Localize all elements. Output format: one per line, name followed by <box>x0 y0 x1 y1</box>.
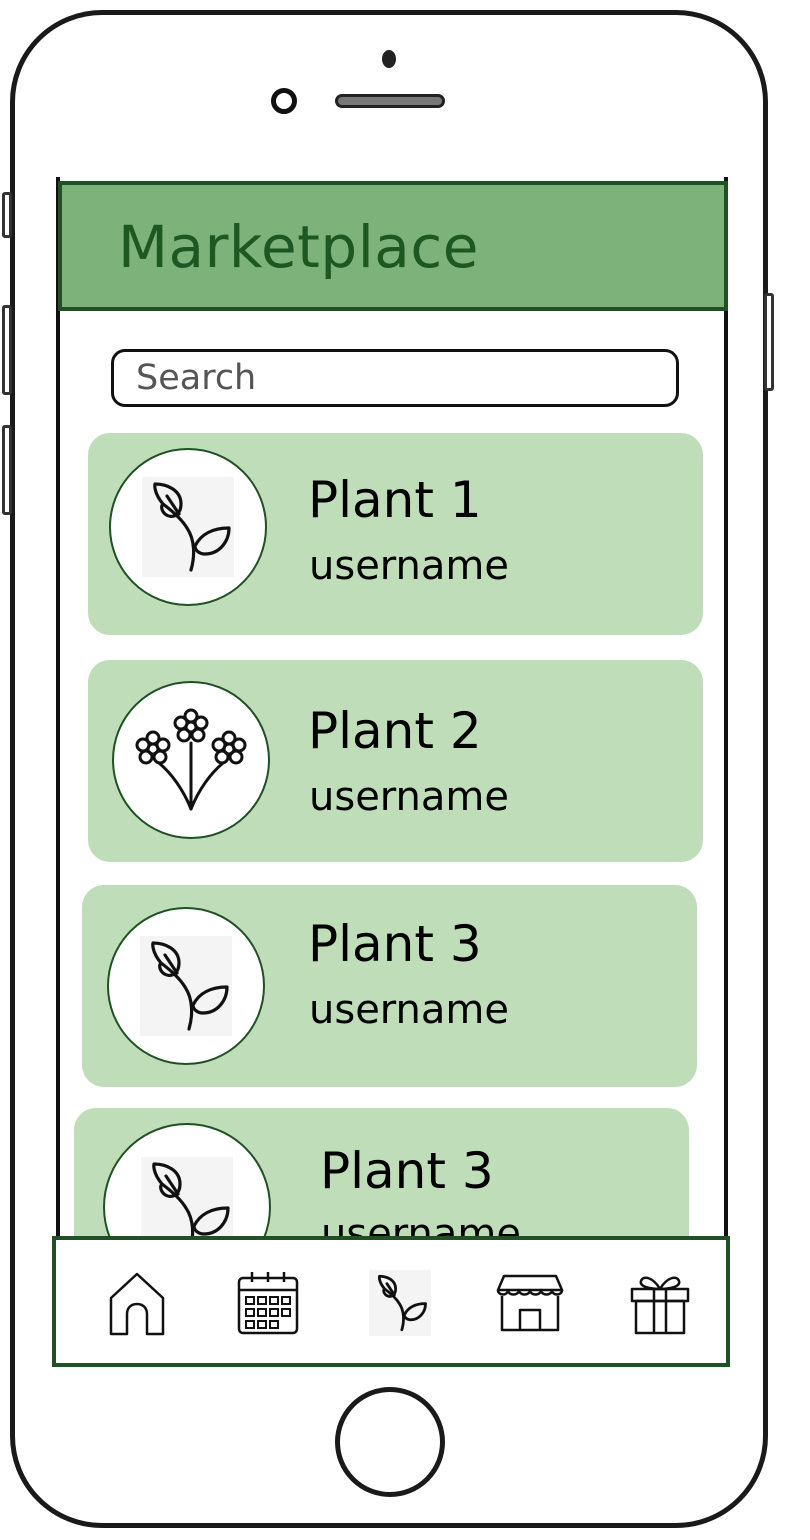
sprout-icon <box>377 1274 427 1332</box>
volume-down-button <box>2 425 12 515</box>
nav-home[interactable] <box>99 1266 175 1340</box>
listing-title: Plant 2 <box>308 702 482 760</box>
search-input[interactable] <box>111 349 679 407</box>
flowers-icon <box>135 708 247 811</box>
bottom-nav <box>52 1236 730 1367</box>
volume-up-button <box>2 305 12 395</box>
store-icon <box>496 1274 564 1332</box>
listing-thumbnail <box>107 907 265 1065</box>
front-camera <box>382 50 396 68</box>
gift-icon <box>630 1276 690 1335</box>
listing-title: Plant 1 <box>308 471 482 529</box>
calendar-icon <box>237 1272 299 1335</box>
nav-plants[interactable] <box>362 1266 438 1340</box>
home-icon <box>109 1272 165 1336</box>
listing-title: Plant 3 <box>320 1142 494 1200</box>
listing-username: username <box>309 774 509 820</box>
listing-card[interactable]: Plant 3 username <box>82 885 697 1087</box>
listing-card[interactable]: Plant 2 username <box>88 660 703 862</box>
nav-calendar[interactable] <box>230 1266 306 1340</box>
nav-marketplace[interactable] <box>492 1266 568 1340</box>
listing-thumbnail <box>109 448 267 606</box>
listing-title: Plant 3 <box>308 915 482 973</box>
listing-username: username <box>309 987 509 1033</box>
sprout-icon <box>151 941 229 1031</box>
side-button <box>2 192 12 238</box>
nav-gifts[interactable] <box>622 1266 698 1340</box>
listing-username: username <box>309 543 509 589</box>
sensor <box>271 88 297 114</box>
sprout-icon <box>153 482 231 572</box>
listing-card[interactable]: Plant 1 username <box>88 433 703 635</box>
home-button[interactable] <box>335 1387 445 1497</box>
power-button <box>764 293 774 391</box>
listing-thumbnail <box>112 681 270 839</box>
page-title: Marketplace <box>118 213 479 281</box>
speaker <box>335 94 445 108</box>
app-header: Marketplace <box>58 181 728 311</box>
